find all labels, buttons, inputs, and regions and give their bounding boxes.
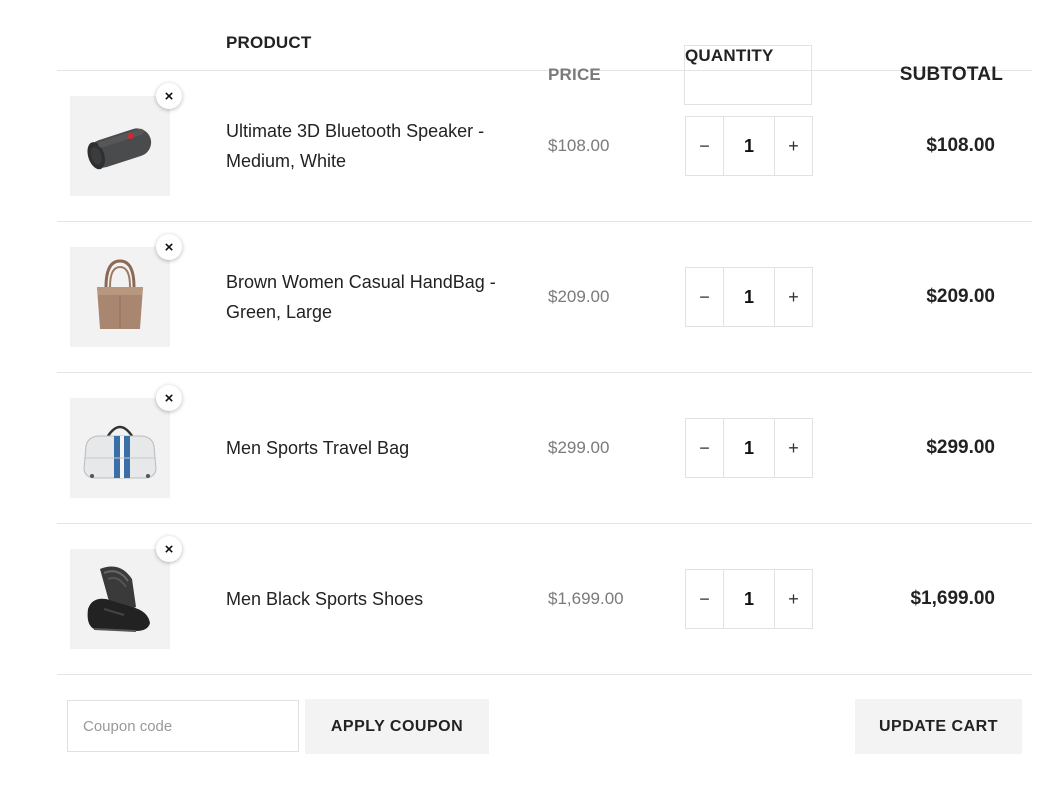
header-product: PRODUCT (226, 33, 312, 52)
quantity-value[interactable]: 1 (724, 268, 774, 326)
product-thumbnail[interactable] (70, 247, 170, 347)
shoes-image (87, 566, 150, 632)
product-subtotal: $299.00 (926, 437, 995, 458)
quantity-value[interactable]: 1 (724, 419, 774, 477)
quantity-stepper: − 1 + (685, 267, 813, 327)
increase-quantity-button[interactable]: + (774, 570, 812, 628)
product-subtotal: $108.00 (926, 135, 995, 156)
product-name[interactable]: Ultimate 3D Bluetooth Speaker - Medium, … (226, 71, 516, 221)
product-price: $299.00 (548, 438, 610, 457)
product-price: $1,699.00 (548, 589, 624, 608)
product-name[interactable]: Men Black Sports Shoes (226, 524, 516, 674)
increase-quantity-button[interactable]: + (774, 268, 812, 326)
increase-quantity-button[interactable]: + (774, 117, 812, 175)
decrease-quantity-button[interactable]: − (686, 268, 724, 326)
table-row: × Brown Women Casual HandBag - Green, La… (57, 222, 1032, 373)
product-price: $108.00 (548, 136, 610, 155)
update-cart-button[interactable]: UPDATE CART (855, 699, 1022, 754)
table-row: × Men Sports Travel Bag $299.00 − 1 + $2… (57, 373, 1032, 524)
product-subtotal: $1,699.00 (910, 588, 995, 609)
travel-bag-image (83, 425, 157, 479)
quantity-stepper: − 1 + (685, 569, 813, 629)
quantity-value[interactable]: 1 (724, 117, 774, 175)
product-price: $209.00 (548, 287, 610, 306)
product-name[interactable]: Brown Women Casual HandBag - Green, Larg… (226, 222, 516, 372)
product-thumbnail[interactable] (70, 96, 170, 196)
remove-item-button[interactable]: × (156, 234, 182, 260)
coupon-code-input[interactable] (67, 700, 299, 752)
cart-table-header: PRODUCT PRICE QUANTITY SUBTOTAL (57, 0, 1032, 105)
quantity-stepper: − 1 + (685, 418, 813, 478)
table-row: × Ultimate 3D Bluetooth Speaker - Medium… (57, 71, 1032, 222)
remove-item-button[interactable]: × (156, 536, 182, 562)
decrease-quantity-button[interactable]: − (686, 117, 724, 175)
remove-item-button[interactable]: × (156, 385, 182, 411)
increase-quantity-button[interactable]: + (774, 419, 812, 477)
decrease-quantity-button[interactable]: − (686, 570, 724, 628)
product-thumbnail[interactable] (70, 398, 170, 498)
decrease-quantity-button[interactable]: − (686, 419, 724, 477)
table-row: × Men Black Sports Shoes $1,699.00 − 1 +… (57, 524, 1032, 675)
product-subtotal: $209.00 (926, 286, 995, 307)
cart-actions: APPLY COUPON UPDATE CART (67, 699, 1022, 754)
cart-table: PRODUCT PRICE QUANTITY SUBTOTAL × Ultima… (57, 0, 1032, 675)
remove-item-button[interactable]: × (156, 83, 182, 109)
product-thumbnail[interactable] (70, 549, 170, 649)
handbag-image (97, 259, 143, 329)
quantity-stepper: − 1 + (685, 116, 813, 176)
product-name[interactable]: Men Sports Travel Bag (226, 373, 516, 523)
quantity-value[interactable]: 1 (724, 570, 774, 628)
speaker-image (87, 128, 152, 170)
apply-coupon-button[interactable]: APPLY COUPON (305, 699, 489, 754)
